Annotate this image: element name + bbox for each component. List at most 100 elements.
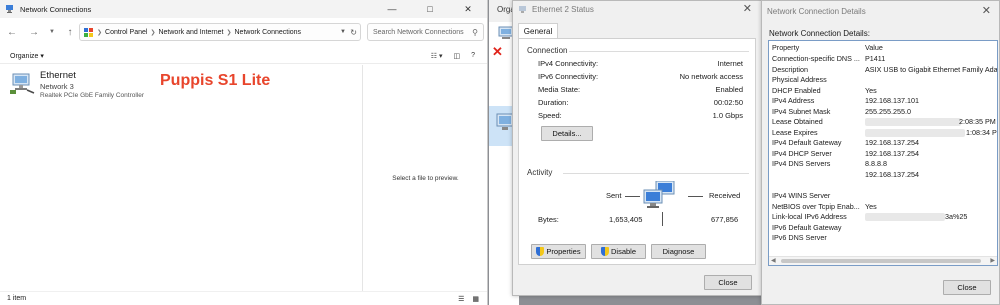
received-label: Received xyxy=(709,191,741,200)
redacted-block xyxy=(865,213,945,221)
horizontal-scrollbar[interactable]: ◀ ▶ xyxy=(769,256,997,265)
recent-dropdown-icon[interactable]: ▼ xyxy=(44,29,60,35)
list-row[interactable]: IPv6 Default Gateway xyxy=(772,223,997,234)
sent-line xyxy=(625,196,640,197)
diagnose-button[interactable]: Diagnose xyxy=(651,244,706,259)
list-row[interactable]: Connection-specific DNS ... P1411 xyxy=(772,54,997,65)
forward-arrow-icon[interactable]: → xyxy=(26,27,42,38)
help-icon[interactable]: ? xyxy=(471,52,475,60)
back-arrow-icon[interactable]: ← xyxy=(4,27,20,38)
list-row[interactable]: IPv4 Address 192.168.137.101 xyxy=(772,96,997,107)
details-button[interactable]: Details... xyxy=(541,126,593,141)
ethernet-adapter-icon xyxy=(10,73,35,94)
ethernet-status-dialog: Ethernet 2 Status ✕ General Connection I… xyxy=(512,0,762,296)
chevron-right-icon: ❯ xyxy=(226,29,232,36)
list-row[interactable]: IPv4 WINS Server xyxy=(772,191,997,202)
list-row[interactable]: IPv6 DNS Server xyxy=(772,233,997,244)
close-icon[interactable]: ✕ xyxy=(982,4,991,17)
device-name: Realtek PCIe GbE Family Controller xyxy=(40,92,145,99)
control-panel-icon xyxy=(84,27,93,37)
dialog-title-bar[interactable]: Ethernet 2 Status xyxy=(513,1,761,17)
scroll-left-icon[interactable]: ◀ xyxy=(771,257,776,264)
list-row[interactable]: Physical Address xyxy=(772,75,997,86)
refresh-icon[interactable]: ↻ xyxy=(350,28,357,37)
list-row[interactable]: DHCP Enabled Yes xyxy=(772,86,997,97)
breadcrumb-network-connections[interactable]: Network Connections xyxy=(235,29,302,36)
disable-button[interactable]: Disable xyxy=(591,244,646,259)
sent-label: Sent xyxy=(606,191,622,200)
status-bar: 1 item ☰ ▦ xyxy=(0,291,487,305)
organize-button[interactable]: Organize ▾ xyxy=(10,52,44,60)
bytes-label: Bytes: xyxy=(538,215,559,224)
maximize-icon[interactable]: □ xyxy=(411,0,449,18)
divider xyxy=(569,51,749,52)
details-view-icon[interactable]: ☰ xyxy=(458,295,464,303)
activity-computers-icon xyxy=(643,181,675,208)
window-title: Network Connections xyxy=(20,4,92,14)
close-button[interactable]: Close xyxy=(704,275,752,290)
close-icon[interactable]: ✕ xyxy=(449,0,487,18)
list-row[interactable]: IPv4 Subnet Mask 255.255.255.0 xyxy=(772,107,997,118)
address-row: ← → ▼ ↑ ❯ Control Panel ❯ Network and In… xyxy=(0,20,487,44)
list-row[interactable]: Lease Obtained 2:08:35 PM xyxy=(772,117,997,128)
list-row[interactable]: Link-local IPv6 Address 3a%25 xyxy=(772,212,997,223)
close-button[interactable]: Close xyxy=(943,280,991,295)
chevron-right-icon: ❯ xyxy=(97,29,103,36)
list-row[interactable]: Description ASIX USB to Gigabit Ethernet … xyxy=(772,65,997,76)
details-list[interactable]: Property Value Connection-specific DNS ..… xyxy=(768,40,998,266)
divider xyxy=(563,173,749,174)
shield-icon xyxy=(536,247,545,256)
ethernet-connection-item[interactable]: Ethernet Network 3 Realtek PCIe GbE Fami… xyxy=(10,70,155,100)
command-bar: Organize ▾ ☷ ▾ ◫ ? xyxy=(0,48,487,64)
dialog-title: Ethernet 2 Status xyxy=(532,4,594,14)
redacted-block xyxy=(865,128,965,137)
activity-group-label: Activity xyxy=(527,168,553,177)
ipv4-connectivity-row: IPv4 Connectivity: Internet xyxy=(538,59,743,68)
list-row[interactable]: NetBIOS over Tcpip Enab... Yes xyxy=(772,202,997,213)
connection-name: Ethernet xyxy=(40,70,76,81)
network-connections-icon xyxy=(6,5,13,13)
bytes-divider xyxy=(662,212,663,226)
network-name: Network 3 xyxy=(40,82,74,91)
scroll-right-icon[interactable]: ▶ xyxy=(990,257,995,264)
list-row[interactable]: IPv4 DHCP Server 192.168.137.254 xyxy=(772,149,997,160)
tiles-view-icon[interactable]: ▦ xyxy=(472,295,479,303)
breadcrumb-network-and-internet[interactable]: Network and Internet xyxy=(158,29,223,36)
details-caption: Network Connection Details: xyxy=(769,29,870,38)
tab-general[interactable]: General xyxy=(518,23,558,39)
address-bar[interactable]: ❯ Control Panel ❯ Network and Internet ❯… xyxy=(79,23,361,41)
list-row[interactable]: 192.168.137.254 xyxy=(772,170,997,181)
scrollbar-thumb[interactable] xyxy=(781,259,981,263)
preview-pane: Select a file to preview. xyxy=(362,65,488,291)
view-controls: ☷ ▾ ◫ ? xyxy=(431,52,475,60)
list-row[interactable]: IPv4 Default Gateway 192.168.137.254 xyxy=(772,138,997,149)
item-count: 1 item xyxy=(7,295,27,302)
overlay-caption: Puppis S1 Lite xyxy=(160,72,271,89)
close-icon[interactable]: ✕ xyxy=(743,2,752,15)
received-line xyxy=(688,196,703,197)
properties-button[interactable]: Properties xyxy=(531,244,586,259)
search-input[interactable]: Search Network Connections ⚲ xyxy=(367,23,484,41)
network-connections-window: Network Connections — □ ✕ ← → ▼ ↑ ❯ Cont… xyxy=(0,0,488,305)
details-title-bar[interactable]: Network Connection Details xyxy=(762,1,999,21)
search-placeholder: Search Network Connections xyxy=(373,28,464,36)
up-arrow-icon[interactable]: ↑ xyxy=(62,27,78,38)
error-x-icon: ✕ xyxy=(492,44,503,59)
bytes-received: 677,856 xyxy=(711,215,739,224)
list-row[interactable]: Lease Expires 1:08:34 PM xyxy=(772,128,997,139)
breadcrumb-control-panel[interactable]: Control Panel xyxy=(105,29,147,36)
list-header: Property Value xyxy=(772,43,883,52)
speed-row: Speed: 1.0 Gbps xyxy=(538,111,743,120)
details-title: Network Connection Details xyxy=(767,6,866,16)
ipv6-connectivity-row: IPv6 Connectivity: No network access xyxy=(538,72,743,81)
shield-icon xyxy=(600,247,609,256)
chevron-down-icon[interactable]: ▼ xyxy=(340,29,346,35)
duration-row: Duration: 00:02:50 xyxy=(538,98,743,107)
general-tab-panel: Connection IPv4 Connectivity: Internet IP… xyxy=(518,38,756,265)
preview-pane-icon[interactable]: ◫ xyxy=(453,52,460,60)
list-row[interactable]: IPv4 DNS Servers 8.8.8.8 xyxy=(772,159,997,170)
minimize-icon[interactable]: — xyxy=(373,0,411,18)
preview-message: Select a file to preview. xyxy=(392,174,459,182)
connection-group-label: Connection xyxy=(527,46,568,55)
view-options-icon[interactable]: ☷ ▾ xyxy=(431,52,443,60)
